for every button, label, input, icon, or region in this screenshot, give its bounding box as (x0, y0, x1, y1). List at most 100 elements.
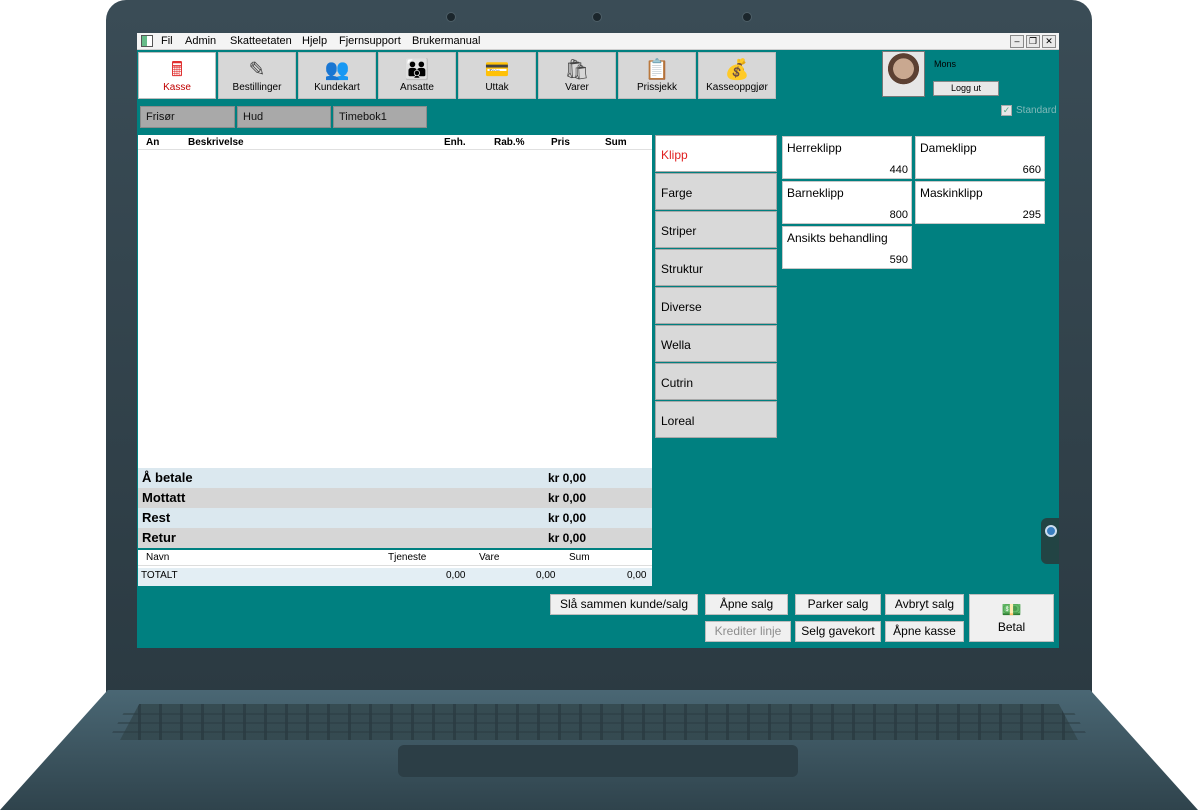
total-label: Mottatt (142, 490, 186, 505)
category-farge[interactable]: Farge (655, 173, 777, 210)
category-klipp[interactable]: Klipp (655, 135, 777, 172)
credit-line-button[interactable]: Krediter linje (705, 621, 791, 642)
user-name: Mons (934, 59, 957, 69)
staff-group-icon: 👪 (404, 59, 430, 81)
col-an[interactable]: An (146, 137, 159, 148)
teamviewer-icon (1045, 525, 1057, 537)
grid-header: An Beskrivelse Enh. Rab.% Pris Sum (138, 135, 652, 150)
toolbar-button-label: Bestillinger (232, 82, 282, 93)
col-beskrivelse[interactable]: Beskrivelse (188, 137, 244, 148)
total-value: kr 0,00 (548, 531, 587, 545)
toolbar-varer-button[interactable]: 🛍 Varer (538, 52, 616, 99)
category-struktur[interactable]: Struktur (655, 249, 777, 286)
product-tile[interactable]: Ansikts behandling 590 (782, 226, 912, 269)
pos-application-window: Fil Admin Skatteetaten Hjelp Fjernsuppor… (137, 33, 1059, 648)
employee-summary: Navn Tjeneste Vare Sum TOTALT 0,00 0,00 … (138, 550, 652, 586)
total-row-1: Mottatt kr 0,00 (138, 488, 652, 508)
toolbar-bestillinger-button[interactable]: ✎ Bestillinger (218, 52, 296, 99)
park-sale-button[interactable]: Parker salg (795, 594, 881, 615)
toolbar-kasse-button[interactable]: 🖩 Kasse (138, 52, 216, 99)
price-check-clipboard-icon: 📋 (644, 59, 670, 81)
withdrawal-card-icon: 💳 (484, 59, 510, 81)
tab-timebok1[interactable]: Timebok1 (333, 106, 427, 128)
product-tile[interactable]: Barneklipp 800 (782, 181, 912, 224)
pay-label: Betal (997, 620, 1026, 634)
col-sum[interactable]: Sum (605, 137, 627, 148)
sensor-icon (742, 12, 752, 22)
cash-register-icon: 🖩 (171, 59, 183, 81)
category-wella[interactable]: Wella (655, 325, 777, 362)
logout-button[interactable]: Logg ut (933, 81, 999, 96)
summary-total-row: TOTALT 0,00 0,00 0,00 (138, 568, 652, 586)
product-price: 660 (1022, 164, 1041, 176)
sensor-icon (446, 12, 456, 22)
summary-total-tjeneste: 0,00 (446, 570, 466, 581)
total-row-2: Rest kr 0,00 (138, 508, 652, 528)
cash-hand-icon: 💵 (1001, 602, 1022, 619)
menu-fjernsupport[interactable]: Fjernsupport (339, 35, 401, 47)
total-label: Retur (142, 530, 176, 545)
open-sale-button[interactable]: Åpne salg (705, 594, 788, 615)
cancel-sale-button[interactable]: Avbryt salg (885, 594, 964, 615)
toolbar-button-label: Prissjekk (636, 82, 677, 93)
total-value: kr 0,00 (548, 491, 587, 505)
category-diverse[interactable]: Diverse (655, 287, 777, 324)
menu-fil[interactable]: Fil (161, 35, 173, 47)
toolbar-button-label: Varer (565, 82, 589, 93)
receipt-lines-grid[interactable]: An Beskrivelse Enh. Rab.% Pris Sum (138, 135, 652, 468)
menu-hjelp[interactable]: Hjelp (302, 35, 327, 47)
restore-button[interactable]: ❐ (1026, 35, 1040, 48)
product-name: Barneklipp (787, 186, 844, 200)
customers-icon: 👥 (324, 59, 350, 81)
col-enh[interactable]: Enh. (444, 137, 466, 148)
menu-skatteetaten[interactable]: Skatteetaten (230, 35, 292, 47)
toolbar-kundekart-button[interactable]: 👥 Kundekart (298, 52, 376, 99)
category-striper[interactable]: Striper (655, 211, 777, 248)
summary-col-navn: Navn (146, 552, 170, 563)
toolbar-prissjekk-button[interactable]: 📋 Prissjekk (618, 52, 696, 99)
totals-panel: Å betale kr 0,00 Mottatt kr 0,00 Rest kr 0,00… (138, 468, 652, 548)
cash-settlement-icon: 💰 (724, 59, 750, 81)
category-loreal[interactable]: Loreal (655, 401, 777, 438)
tab-frisor[interactable]: Frisør (140, 106, 235, 128)
menu-admin[interactable]: Admin (185, 35, 216, 47)
standard-checkbox[interactable]: ✓ (1001, 105, 1012, 116)
pay-button[interactable]: 💵 Betal (969, 594, 1054, 642)
total-value: kr 0,00 (548, 471, 587, 485)
summary-header: Navn Tjeneste Vare Sum (138, 550, 652, 566)
product-price: 590 (889, 254, 908, 266)
sell-giftcard-button[interactable]: Selg gavekort (795, 621, 881, 642)
col-pris[interactable]: Pris (551, 137, 570, 148)
product-price: 440 (889, 164, 908, 176)
remote-support-handle[interactable] (1041, 518, 1059, 564)
open-register-button[interactable]: Åpne kasse (885, 621, 964, 642)
department-tabs: Frisør Hud Timebok1 (137, 103, 1059, 131)
toolbar-button-label: Kasseoppgjør (706, 82, 768, 93)
close-button[interactable]: ✕ (1042, 35, 1056, 48)
toolbar-ansatte-button[interactable]: 👪 Ansatte (378, 52, 456, 99)
standard-label: Standard (1016, 105, 1057, 116)
webcam-icon (592, 12, 602, 22)
merge-customer-sale-button[interactable]: Slå sammen kunde/salg (550, 594, 698, 615)
col-rab[interactable]: Rab.% (494, 137, 525, 148)
product-price: 800 (889, 209, 908, 221)
product-tile[interactable]: Dameklipp 660 (915, 136, 1045, 179)
product-name: Maskinklipp (920, 186, 983, 200)
app-icon (141, 35, 153, 47)
minimize-button[interactable]: – (1010, 35, 1024, 48)
toolbar-uttak-button[interactable]: 💳 Uttak (458, 52, 536, 99)
summary-total-vare: 0,00 (536, 570, 556, 581)
total-value: kr 0,00 (548, 511, 587, 525)
menu-brukermanual[interactable]: Brukermanual (412, 35, 480, 47)
toolbar-button-label: Ansatte (400, 82, 434, 93)
user-avatar (882, 51, 925, 97)
category-cutrin[interactable]: Cutrin (655, 363, 777, 400)
summary-col-sum: Sum (569, 552, 590, 563)
total-row-3: Retur kr 0,00 (138, 528, 652, 548)
product-name: Dameklipp (920, 141, 977, 155)
product-tile[interactable]: Herreklipp 440 (782, 136, 912, 179)
toolbar-button-label: Uttak (485, 82, 509, 93)
product-tile[interactable]: Maskinklipp 295 (915, 181, 1045, 224)
tab-hud[interactable]: Hud (237, 106, 331, 128)
toolbar-kasseoppgj-r-button[interactable]: 💰 Kasseoppgjør (698, 52, 776, 99)
